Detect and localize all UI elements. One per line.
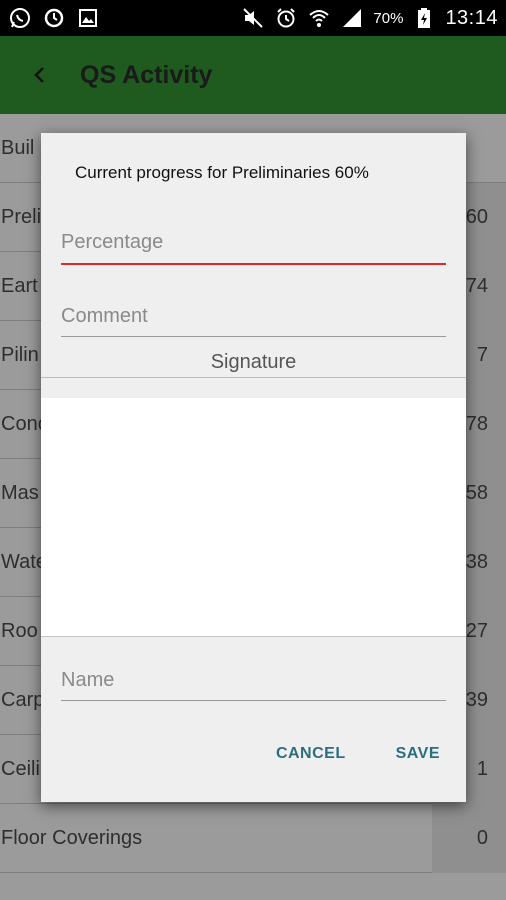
signal-icon <box>340 6 364 30</box>
name-placeholder: Name <box>61 669 115 691</box>
dialog-actions: CANCEL SAVE <box>276 745 440 763</box>
signature-pad[interactable] <box>41 398 466 637</box>
battery-percent: 70% <box>373 9 404 27</box>
signature-divider <box>41 377 466 378</box>
alarm-icon <box>274 6 298 30</box>
cancel-button[interactable]: CANCEL <box>276 745 346 763</box>
image-icon <box>76 6 100 30</box>
list-item-label: Carp <box>1 689 45 711</box>
wifi-icon <box>307 6 331 30</box>
list-item-label: Ceili <box>1 758 40 780</box>
clock: 13:14 <box>445 6 498 29</box>
status-bar: 70% 13:14 <box>0 0 506 36</box>
list-item-value: 27 <box>465 620 488 642</box>
list-item-label: Mas <box>1 482 39 504</box>
dialog-message: Current progress for Preliminaries 60% <box>75 163 369 182</box>
list-item-value: 39 <box>465 689 488 711</box>
list-item-value: 7 <box>476 344 488 366</box>
list-item-label: Preli <box>1 206 42 228</box>
comment-placeholder: Comment <box>61 305 148 327</box>
list-item-value: 78 <box>465 413 488 435</box>
value-cell: 0 <box>432 804 506 873</box>
list-item-label: Pilin <box>1 344 39 366</box>
list-item-label: Floor Coverings <box>1 827 143 849</box>
save-button[interactable]: SAVE <box>396 745 440 763</box>
list-item-value: 60 <box>465 206 488 228</box>
name-underline <box>61 700 446 701</box>
list-item-value: 58 <box>465 482 488 504</box>
list-item-value: 1 <box>476 758 488 780</box>
list-item[interactable]: Floor Coverings 0 <box>0 804 506 873</box>
percentage-underline <box>61 263 446 265</box>
battery-icon <box>412 6 436 30</box>
list-item-value: 38 <box>465 551 488 573</box>
back-button[interactable] <box>0 36 80 114</box>
percentage-field[interactable]: Percentage <box>61 231 446 265</box>
list-item-label: Roo <box>1 620 38 642</box>
percentage-placeholder: Percentage <box>61 231 164 253</box>
list-item-label: Buil <box>1 137 35 159</box>
progress-dialog: Current progress for Preliminaries 60% P… <box>41 133 466 802</box>
whatsapp-icon <box>8 6 32 30</box>
mute-icon <box>241 6 265 30</box>
comment-underline <box>61 336 446 337</box>
page-title: QS Activity <box>80 60 213 89</box>
name-field[interactable]: Name <box>61 669 446 701</box>
list-item-label: Eart <box>1 275 38 297</box>
comment-field[interactable]: Comment <box>61 305 446 337</box>
app-bar: QS Activity <box>0 36 506 114</box>
signature-label: Signature <box>210 351 297 373</box>
list-item-value: 74 <box>465 275 488 297</box>
back-arrow-icon <box>34 67 44 83</box>
sync-icon <box>42 6 66 30</box>
list-item-value: 0 <box>476 827 488 849</box>
